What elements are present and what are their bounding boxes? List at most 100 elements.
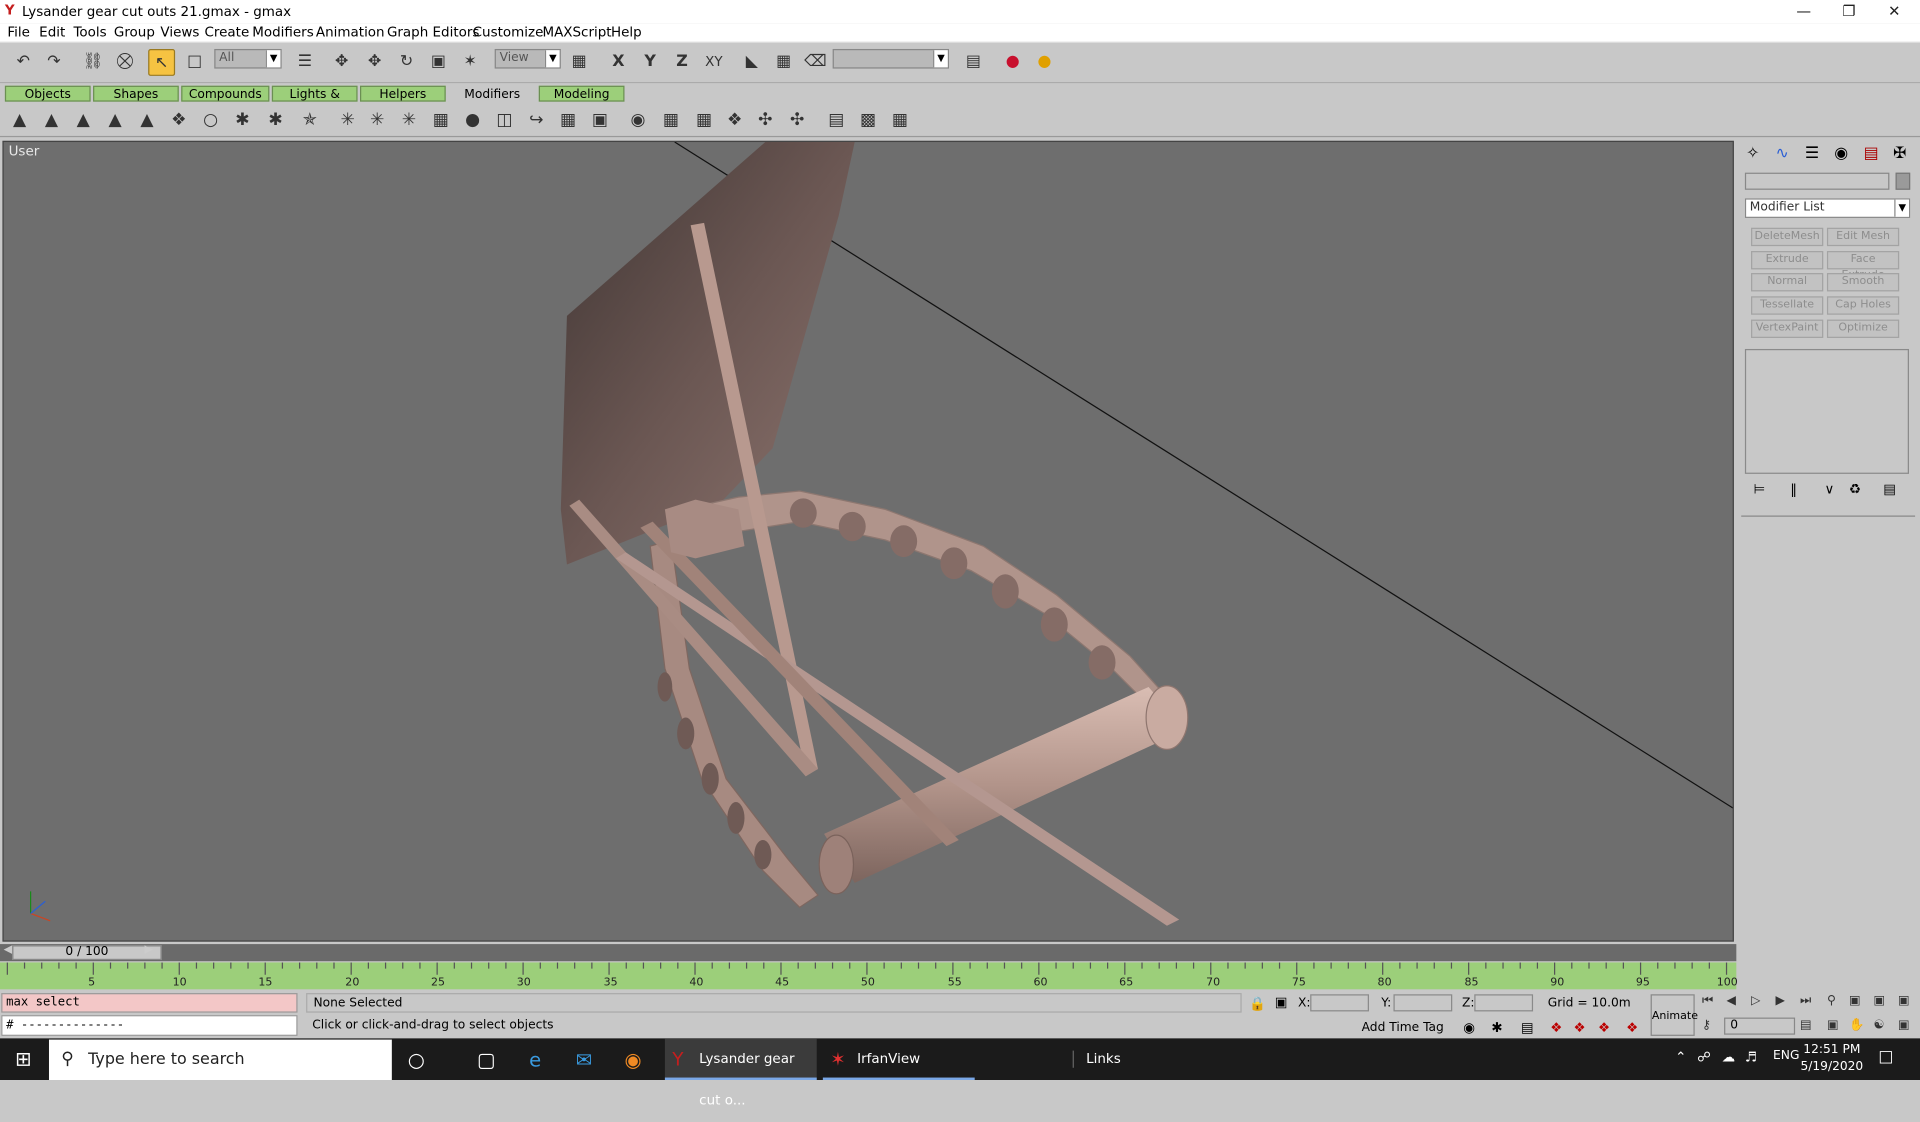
minimize-button[interactable]: —: [1782, 0, 1826, 23]
zoom-all-icon[interactable]: ▣: [1849, 994, 1861, 1007]
box-mapping-icon[interactable]: ▣: [588, 108, 612, 132]
modify-tab-icon[interactable]: ∿: [1776, 144, 1789, 162]
menu-graph-editors[interactable]: Graph Editors: [387, 24, 479, 40]
maximize-viewport-icon[interactable]: ▣: [1898, 1019, 1910, 1032]
tab-helpers[interactable]: Helpers: [360, 85, 446, 102]
track-bar[interactable]: 5 10 15 20 25 30 35 40 45 50 55 60 65 70…: [0, 962, 1738, 990]
melt-icon[interactable]: ✳: [365, 108, 389, 132]
grid-sphere-icon[interactable]: ▦: [659, 108, 683, 132]
z-coord-field[interactable]: [1474, 994, 1534, 1012]
manipulate-icon[interactable]: ✶: [457, 49, 484, 76]
close-button[interactable]: ✕: [1872, 0, 1916, 23]
axis-y-button[interactable]: Y: [637, 49, 664, 76]
noise-icon[interactable]: ▲: [103, 108, 127, 132]
volume-icon[interactable]: ♬: [1745, 1049, 1757, 1065]
animate-button[interactable]: Animate: [1650, 994, 1698, 1036]
skew-icon[interactable]: ❖: [167, 108, 191, 132]
spinner-snap-icon[interactable]: ❖: [1550, 1020, 1562, 1036]
scale-icon[interactable]: ▣: [425, 49, 452, 76]
previous-frame-icon[interactable]: ◀: [1727, 994, 1736, 1007]
restore-button[interactable]: ❐: [1827, 0, 1871, 23]
axis-z-button[interactable]: Z: [669, 49, 696, 76]
rect-selection-icon[interactable]: □: [181, 49, 208, 76]
path-deform-icon[interactable]: ✣: [785, 108, 809, 132]
taskbar-app-irfanview[interactable]: ✶ IrfanView: [822, 1038, 975, 1081]
create-tab-icon[interactable]: ✧: [1746, 144, 1759, 162]
tab-objects[interactable]: Objects: [4, 85, 91, 102]
ripple-icon[interactable]: ○: [198, 108, 222, 132]
utilities-tab-icon[interactable]: ✠: [1893, 144, 1906, 162]
edit-mesh-button[interactable]: Edit Mesh: [1826, 227, 1900, 247]
zoom-extents-icon[interactable]: ▣: [1873, 994, 1885, 1007]
display-tab-icon[interactable]: ▤: [1864, 144, 1879, 162]
optimize-button[interactable]: Optimize: [1826, 319, 1900, 338]
current-frame-field[interactable]: 0: [1724, 1017, 1796, 1035]
mesh-select-icon[interactable]: ▦: [556, 108, 580, 132]
menu-file[interactable]: File: [7, 24, 30, 40]
modifier-stack-list[interactable]: [1744, 348, 1909, 474]
object-name-field[interactable]: [1744, 172, 1890, 190]
modifier-list-dropdown[interactable]: Modifier List ▼: [1744, 198, 1911, 218]
select-move-icon[interactable]: ✥: [328, 49, 355, 76]
next-frame-icon[interactable]: ▶: [1776, 994, 1785, 1007]
redo-icon[interactable]: ↷: [40, 49, 67, 76]
hierarchy-tab-icon[interactable]: ☰: [1805, 144, 1819, 162]
lattice-icon[interactable]: ✱: [263, 108, 287, 132]
menu-maxscript[interactable]: MAXScript: [542, 24, 611, 40]
arc-rotate-icon[interactable]: ☯: [1873, 1019, 1884, 1032]
remove-modifier-icon[interactable]: ♻: [1849, 481, 1861, 497]
pivot-center-icon[interactable]: ▦: [566, 49, 593, 76]
tab-modifiers[interactable]: Modifiers: [448, 85, 537, 102]
configure-sets-icon[interactable]: ▤: [1883, 481, 1896, 497]
rotate-icon[interactable]: ↻: [393, 49, 420, 76]
unlink-icon[interactable]: ⛒: [111, 49, 138, 76]
xform-icon[interactable]: ↪: [524, 108, 548, 132]
y-coord-field[interactable]: [1393, 994, 1453, 1012]
lock-selection-icon[interactable]: 🔒: [1249, 996, 1266, 1012]
normal-button[interactable]: Normal: [1751, 273, 1824, 292]
time-slider[interactable]: ◀ 0 / 100 ▶: [0, 944, 1737, 962]
menu-group[interactable]: Group: [114, 24, 155, 40]
time-config-icon[interactable]: ▤: [1800, 1019, 1812, 1032]
extrude-button[interactable]: Extrude: [1751, 251, 1824, 270]
menu-animation[interactable]: Animation: [316, 24, 385, 40]
go-to-end-icon[interactable]: ⏭: [1800, 994, 1811, 1007]
menu-edit[interactable]: Edit: [39, 24, 65, 40]
key-mode-toggle-icon[interactable]: ⚷: [1702, 1019, 1711, 1032]
tab-lights-cameras[interactable]: Lights & Cameras: [271, 85, 358, 118]
windows-start-icon[interactable]: ⊞: [10, 1046, 37, 1073]
maxscript-listener-output[interactable]: # --------------: [1, 1015, 298, 1036]
sphere-mapping-icon[interactable]: ●: [460, 108, 484, 132]
key-mode-icon[interactable]: ❖: [1626, 1020, 1638, 1036]
percent-snap-icon[interactable]: ▤: [1521, 1020, 1534, 1036]
axis-x-button[interactable]: X: [605, 49, 632, 76]
path-icon[interactable]: ✣: [753, 108, 777, 132]
maxscript-listener-input[interactable]: max select: [1, 993, 298, 1013]
store-icon[interactable]: ▢: [473, 1047, 500, 1074]
zoom-extents-all-icon[interactable]: ▣: [1898, 994, 1910, 1007]
language-indicator[interactable]: ENG: [1773, 1049, 1799, 1062]
show-end-result-icon[interactable]: ‖: [1790, 481, 1797, 497]
links-toolbar[interactable]: Links: [1086, 1051, 1121, 1067]
taper-icon[interactable]: ▲: [39, 108, 63, 132]
link-icon[interactable]: ⛓: [80, 49, 107, 76]
taskbar-app-gmax[interactable]: Y Lysander gear cut o...: [664, 1038, 817, 1108]
quick-render-icon[interactable]: ●: [1031, 49, 1058, 76]
eraser-icon[interactable]: ⌫: [802, 49, 829, 76]
menu-views[interactable]: Views: [160, 24, 199, 40]
next-frame-arrow-icon[interactable]: ▶: [144, 944, 152, 956]
tab-compounds[interactable]: Compounds: [181, 85, 270, 102]
absolute-mode-icon[interactable]: ▣: [1275, 994, 1288, 1010]
vertexpaint-button[interactable]: VertexPaint: [1751, 319, 1824, 338]
menu-help[interactable]: Help: [611, 24, 642, 40]
multi-tile-icon[interactable]: ▦: [888, 108, 912, 132]
zoom-icon[interactable]: ⚲: [1827, 994, 1836, 1007]
make-unique-icon[interactable]: ∨: [1824, 481, 1834, 497]
spherify-icon[interactable]: ✳: [336, 108, 360, 132]
selection-filter-dropdown[interactable]: All ▼: [214, 48, 282, 69]
axis-xy-button[interactable]: XY: [700, 49, 727, 76]
slice-icon[interactable]: ▦: [429, 108, 453, 132]
object-color-swatch[interactable]: [1895, 172, 1911, 190]
shell-icon[interactable]: ▤: [824, 108, 848, 132]
prev-frame-arrow-icon[interactable]: ◀: [4, 944, 12, 956]
